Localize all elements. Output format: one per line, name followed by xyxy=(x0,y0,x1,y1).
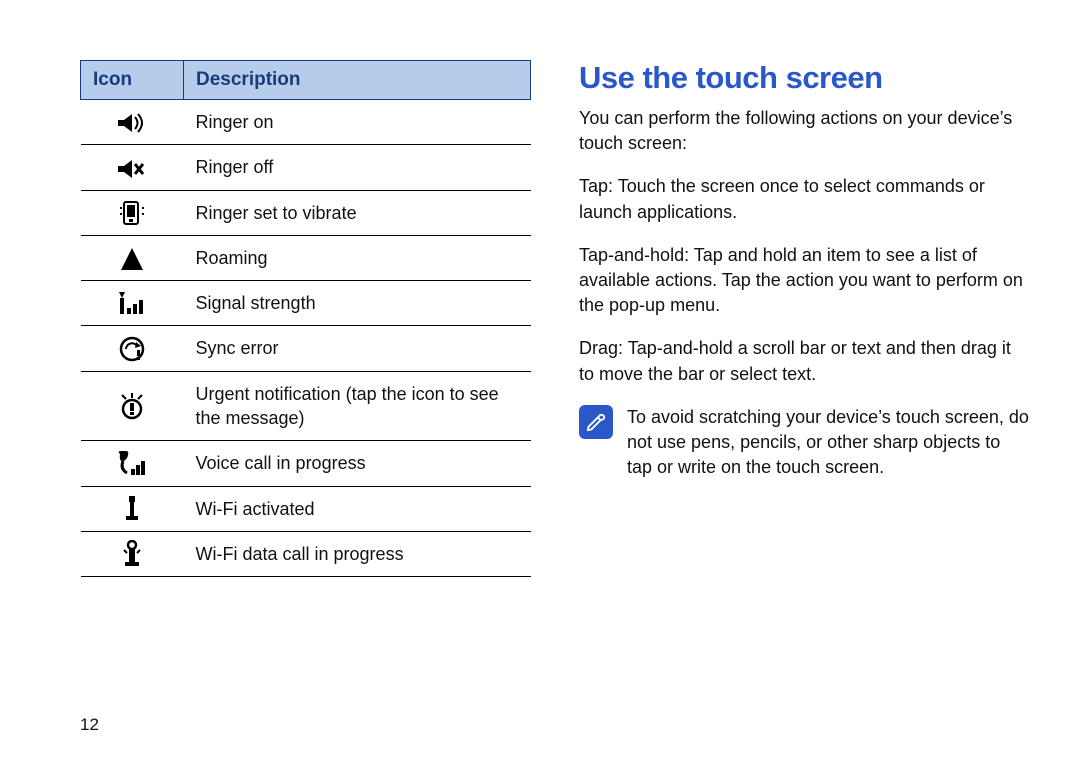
ringer-on-icon xyxy=(81,100,184,145)
table-row: Signal strength xyxy=(81,281,531,326)
voice-call-progress-icon xyxy=(81,441,184,486)
table-cell-desc: Signal strength xyxy=(184,281,531,326)
tap-hold-paragraph: Tap-and-hold: Tap and hold an item to se… xyxy=(579,243,1030,319)
intro-paragraph: You can perform the following actions on… xyxy=(579,106,1030,156)
note-text: To avoid scratching your device’s touch … xyxy=(627,405,1030,481)
page-number: 12 xyxy=(80,715,99,735)
drag-paragraph: Drag: Tap-and-hold a scroll bar or text … xyxy=(579,336,1030,386)
table-row: Sync error xyxy=(81,326,531,371)
table-header-row: Icon Description xyxy=(81,61,531,100)
table-cell-desc: Ringer off xyxy=(184,145,531,190)
tap-paragraph: Tap: Touch the screen once to select com… xyxy=(579,174,1030,224)
right-column: Use the touch screen You can perform the… xyxy=(579,60,1030,745)
th-description: Description xyxy=(184,61,531,100)
table-row: Voice call in progress xyxy=(81,441,531,486)
ringer-off-icon xyxy=(81,145,184,190)
table-cell-desc: Voice call in progress xyxy=(184,441,531,486)
signal-strength-icon xyxy=(81,281,184,326)
ringer-vibrate-icon xyxy=(81,190,184,235)
th-icon: Icon xyxy=(81,61,184,100)
table-cell-desc: Wi-Fi activated xyxy=(184,486,531,531)
wifi-activated-icon xyxy=(81,486,184,531)
icon-description-table: Icon Description xyxy=(80,60,531,577)
table-row: Roaming xyxy=(81,235,531,280)
section-heading: Use the touch screen xyxy=(579,60,1030,96)
table-row: Wi-Fi activated xyxy=(81,486,531,531)
table-cell-desc: Roaming xyxy=(184,235,531,280)
table-cell-desc: Wi-Fi data call in progress xyxy=(184,531,531,576)
left-column: Icon Description xyxy=(80,60,531,745)
note-icon xyxy=(579,405,613,439)
note-block: To avoid scratching your device’s touch … xyxy=(579,405,1030,481)
table-row: Ringer set to vibrate xyxy=(81,190,531,235)
table-row: Urgent notification (tap the icon to see… xyxy=(81,371,531,441)
table-cell-desc: Ringer on xyxy=(184,100,531,145)
table-row: Wi-Fi data call in progress xyxy=(81,531,531,576)
roaming-icon xyxy=(81,235,184,280)
urgent-notification-icon xyxy=(81,371,184,441)
wifi-data-call-icon xyxy=(81,531,184,576)
table-row: Ringer off xyxy=(81,145,531,190)
sync-error-icon xyxy=(81,326,184,371)
table-cell-desc: Sync error xyxy=(184,326,531,371)
table-cell-desc: Ringer set to vibrate xyxy=(184,190,531,235)
manual-page: Icon Description xyxy=(0,0,1080,765)
table-cell-desc: Urgent notification (tap the icon to see… xyxy=(184,371,531,441)
table-row: Ringer on xyxy=(81,100,531,145)
